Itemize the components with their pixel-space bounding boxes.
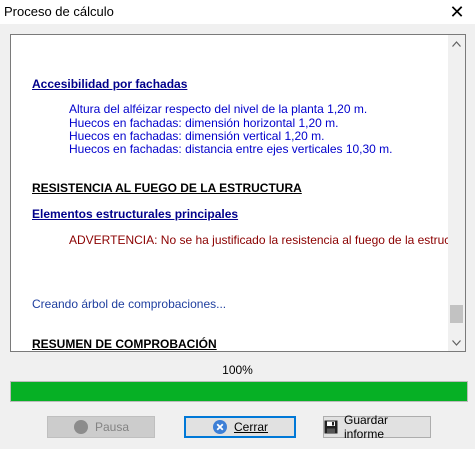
- save-report-button-label: Guardar informe: [344, 413, 389, 441]
- floppy-disk-icon: [324, 420, 338, 434]
- log-heading: Accesibilidad por fachadas: [32, 77, 188, 91]
- window-close-button[interactable]: ✕: [439, 0, 475, 24]
- pause-button-label: Pausa: [94, 420, 130, 434]
- close-button[interactable]: Cerrar: [184, 416, 296, 438]
- log-section-heading: RESISTENCIA AL FUEGO DE LA ESTRUCTURA: [32, 181, 302, 195]
- close-button-label: Cerrar: [233, 420, 268, 434]
- scroll-down-arrow-icon[interactable]: [448, 334, 465, 351]
- progress-bar-fill: [11, 382, 467, 401]
- log-content: Accesibilidad por fachadas Altura del al…: [11, 35, 448, 351]
- progress-percent-label: 100%: [222, 363, 253, 377]
- log-section-heading: RESUMEN DE COMPROBACIÓN: [32, 337, 217, 351]
- log-line: Huecos en fachadas: distancia entre ejes…: [69, 142, 393, 156]
- vertical-scrollbar[interactable]: [448, 35, 465, 351]
- log-line: Altura del alféizar respecto del nivel d…: [69, 102, 368, 116]
- close-circle-icon: [212, 419, 228, 435]
- pause-button[interactable]: Pausa: [47, 416, 155, 438]
- save-report-button[interactable]: Guardar informe: [323, 413, 431, 441]
- log-status-line: Creando árbol de comprobaciones...: [32, 297, 227, 311]
- log-line: Huecos en fachadas: dimensión vertical 1…: [69, 129, 325, 143]
- progress-bar: [10, 381, 468, 402]
- scroll-up-arrow-icon[interactable]: [448, 35, 465, 52]
- pause-circle-icon: [73, 419, 89, 435]
- log-line: Huecos en fachadas: dimensión horizontal…: [69, 116, 339, 130]
- scrollbar-thumb[interactable]: [450, 305, 463, 323]
- window-title: Proceso de cálculo: [4, 4, 114, 19]
- log-panel[interactable]: Accesibilidad por fachadas Altura del al…: [10, 34, 466, 352]
- log-heading: Elementos estructurales principales: [32, 207, 239, 221]
- title-bar: Proceso de cálculo ✕: [0, 0, 475, 24]
- log-warning: ADVERTENCIA: No se ha justificado la res…: [69, 233, 448, 247]
